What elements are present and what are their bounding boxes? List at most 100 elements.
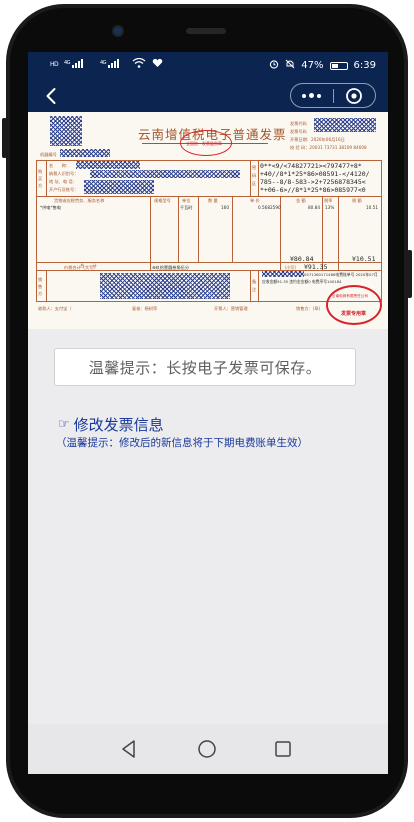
signal2-icon: 4G xyxy=(100,58,126,71)
buyer-side-label: 购买方 xyxy=(38,169,43,188)
sum-amount: ¥80.84 xyxy=(290,255,314,263)
grid-line xyxy=(258,160,259,196)
mute-icon xyxy=(285,59,295,72)
target-close-icon xyxy=(346,87,363,104)
clock: 6:39 xyxy=(353,60,376,71)
col-goods: 货物或应税劳务、服务名称 xyxy=(54,198,105,203)
save-hint-text: 温馨提示：长按电子发票可保存。 xyxy=(88,358,322,377)
payee-label: 收款人：支付宝（ xyxy=(38,306,72,311)
seller-side-label: 销售方 xyxy=(38,277,43,296)
redacted-buyer-name xyxy=(76,161,140,169)
item-quantity: 160 xyxy=(221,205,229,210)
grid-line xyxy=(46,270,47,302)
battery-fill xyxy=(331,63,339,68)
battery-percent: 47% xyxy=(301,60,324,71)
power-button xyxy=(407,250,412,298)
heart-icon xyxy=(152,58,163,71)
col-tax: 税 额 xyxy=(352,198,362,203)
col-unit: 单位 xyxy=(182,198,191,203)
grid-line xyxy=(232,196,233,262)
total-label: 价税合计（大写） xyxy=(64,265,98,270)
grid-line xyxy=(178,196,179,262)
cipher-line-3: 785--8/8-583->2+7256878345< xyxy=(260,178,366,186)
cipher-area: 0**<9/<74827721><797477+8* +40//8*1*25*86… xyxy=(260,162,370,194)
earpiece-speaker xyxy=(186,28,226,34)
edit-invoice-note: （温馨提示：修改后的新信息将于下期电费账单生效） xyxy=(56,437,308,449)
item-rate: 13% xyxy=(325,205,335,210)
seller-stamp-label: 销售方：(章) xyxy=(296,306,321,311)
buyer-name-label: 名 称： xyxy=(49,163,70,168)
col-amount: 金 额 xyxy=(296,198,306,203)
close-mini-program-button[interactable] xyxy=(334,84,376,107)
signal-icon: 4G xyxy=(64,58,94,71)
grid-line xyxy=(46,160,47,196)
mini-program-capsule xyxy=(290,83,376,108)
nav-back-icon[interactable] xyxy=(118,738,140,760)
grid-line xyxy=(258,270,259,302)
redacted-qr xyxy=(50,116,82,146)
redacted-machine-no xyxy=(60,149,110,157)
grid-line xyxy=(250,160,251,196)
pointing-hand-icon: ☞ xyxy=(58,417,70,432)
total-words: ⊗玖拾壹圆叁角伍分 xyxy=(152,265,190,270)
edit-invoice-label: 修改发票信息 xyxy=(73,416,164,434)
col-qty: 数 量 xyxy=(208,198,218,203)
remark-side-label: 备注 xyxy=(252,279,257,292)
item-price: 0.5682590 xyxy=(258,205,281,210)
net2-label: 4G xyxy=(100,60,107,66)
issuer-label: 开票人：营销管理 xyxy=(214,306,248,311)
cipher-side-label: 密码区 xyxy=(252,165,257,186)
back-arrow-icon[interactable] xyxy=(42,86,62,106)
redacted-buyer-address xyxy=(84,180,154,194)
volume-button xyxy=(2,118,7,158)
net1-label: 4G xyxy=(64,60,71,66)
total-value: ¥91.35 xyxy=(304,263,328,271)
grid-line xyxy=(150,196,151,270)
sum-tax: ¥10.51 xyxy=(352,255,376,263)
battery-icon xyxy=(329,61,348,70)
grid-line xyxy=(36,196,382,197)
col-price: 单 价 xyxy=(250,198,260,203)
col-rate: 税率 xyxy=(324,198,333,203)
grid-line xyxy=(198,196,199,262)
edit-invoice-info-link[interactable]: ☞ 修改发票信息 xyxy=(58,414,164,435)
item-amount: 80.84 xyxy=(308,205,320,210)
grid-line xyxy=(338,196,339,270)
status-bar: HD 4G 4G 47% 6:39 xyxy=(28,52,388,78)
phone-screen: HD 4G 4G 47% 6:39 云南增值税电子普通发票 全国统一发票监制章 … xyxy=(28,52,388,774)
remark-line-1: 0571360171486电费账单号 2020年07月 xyxy=(304,272,378,277)
redacted-buyer-taxid xyxy=(90,170,240,178)
status-left: HD 4G 4G xyxy=(50,57,163,71)
nav-home-icon[interactable] xyxy=(196,738,218,760)
remark-line-2: 应收金额91.35 违约金金额0 电费序号100184 xyxy=(262,279,342,284)
cipher-line-1: 0**<9/<74827721><797477+8* xyxy=(260,162,362,170)
cipher-line-2: +40//8*1*25*86>08591-</4120/ xyxy=(260,170,370,178)
grid-line xyxy=(322,196,323,270)
navigation-bar xyxy=(28,78,388,112)
save-hint-box: 温馨提示：长按电子发票可保存。 xyxy=(54,348,356,386)
item-tax: 10.51 xyxy=(366,205,378,210)
grid-line xyxy=(250,270,251,302)
buyer-taxid-label: 纳税人识别号： xyxy=(49,171,79,176)
invoice-date: 开票日期：2020年06月16日 xyxy=(290,137,345,142)
electronic-invoice-image[interactable]: 云南增值税电子普通发票 全国统一发票监制章 发票代码 发票号码 开票日期：202… xyxy=(28,112,388,329)
supervision-seal-text: 全国统一发票监制章 xyxy=(186,141,222,146)
buyer-bank-label: 开户行及账号： xyxy=(49,187,79,192)
more-menu-button[interactable] xyxy=(291,84,333,107)
nav-recents-icon[interactable] xyxy=(272,738,294,760)
more-dots-icon xyxy=(302,93,322,98)
status-right: 47% 6:39 xyxy=(269,59,376,72)
item-unit: 千瓦时 xyxy=(180,205,193,210)
alarm-icon xyxy=(269,59,279,72)
redacted-seller-info xyxy=(100,273,230,299)
item-name: *供电*售电 xyxy=(40,205,61,210)
invoice-stamp xyxy=(326,285,382,325)
hd-badge: HD xyxy=(50,60,59,68)
stamp-company: 云南电网有限责任公司 xyxy=(332,294,368,298)
machine-no-label: 机器编号 xyxy=(40,152,57,157)
front-camera xyxy=(114,27,122,35)
redacted-invoice-code xyxy=(314,118,376,132)
col-spec: 规格型号 xyxy=(154,198,171,203)
cipher-line-4: *+06-6>//8*1*25*86>085977<0 xyxy=(260,186,366,194)
system-navigation-bar xyxy=(28,724,388,774)
